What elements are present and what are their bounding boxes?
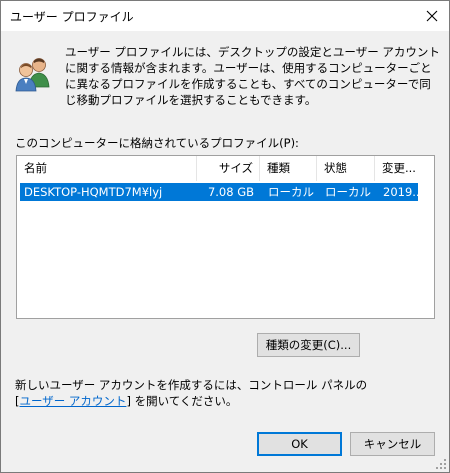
- profile-name-cell: DESKTOP-HQMTD7M¥lyj: [24, 185, 163, 199]
- close-button[interactable]: [415, 1, 449, 31]
- profile-size-cell: 7.08 GB: [207, 185, 254, 199]
- profile-row-selected[interactable]: DESKTOP-HQMTD7M¥lyj 7.08 GB ローカル ローカル 20…: [20, 183, 418, 201]
- listview-header: 名前 サイズ 種類 状態 変更...: [17, 156, 434, 181]
- profile-status-cell: ローカル: [325, 185, 371, 199]
- column-header-modified[interactable]: 変更...: [375, 156, 434, 181]
- profile-description: ユーザー プロファイルには、デスクトップの設定とユーザー アカウントに関する情報…: [65, 45, 440, 107]
- profiles-list-label: このコンピューターに格納されているプロファイル(P):: [15, 136, 299, 150]
- ok-button[interactable]: OK: [257, 432, 342, 456]
- column-header-size[interactable]: サイズ: [197, 156, 260, 181]
- footer-line-1: 新しいユーザー アカウントを作成するには、コントロール パネルの: [15, 378, 368, 392]
- cancel-button[interactable]: キャンセル: [350, 432, 435, 456]
- profiles-listview[interactable]: 名前 サイズ 種類 状態 変更... DESKTOP-HQMTD7M¥lyj 7…: [16, 155, 435, 319]
- column-header-status[interactable]: 状態: [317, 156, 375, 181]
- column-header-name[interactable]: 名前: [17, 156, 197, 181]
- user-profiles-dialog: ユーザー プロファイル ユーザー プロファイルには、デスクトップの設定とユーザー…: [0, 0, 450, 473]
- users-icon: [15, 58, 50, 92]
- window-title: ユーザー プロファイル: [10, 10, 134, 24]
- resize-grip-icon[interactable]: [435, 458, 447, 470]
- profile-modified-cell: 2019...: [383, 185, 418, 199]
- dialog-body: ユーザー プロファイルには、デスクトップの設定とユーザー アカウントに関する情報…: [1, 31, 449, 472]
- profile-type-cell: ローカル: [268, 185, 314, 199]
- close-icon: [426, 10, 438, 22]
- footer-line-2: [ユーザー アカウント] を開いてください。: [15, 393, 367, 409]
- title-bar: ユーザー プロファイル: [1, 1, 449, 31]
- column-header-type[interactable]: 種類: [260, 156, 317, 181]
- user-accounts-link[interactable]: ユーザー アカウント: [20, 394, 127, 408]
- footer-instructions: 新しいユーザー アカウントを作成するには、コントロール パネルの [ユーザー ア…: [15, 377, 367, 409]
- change-type-button[interactable]: 種類の変更(C)...: [257, 333, 360, 357]
- footer-line-2-rest: ] を開いてください。: [126, 394, 238, 408]
